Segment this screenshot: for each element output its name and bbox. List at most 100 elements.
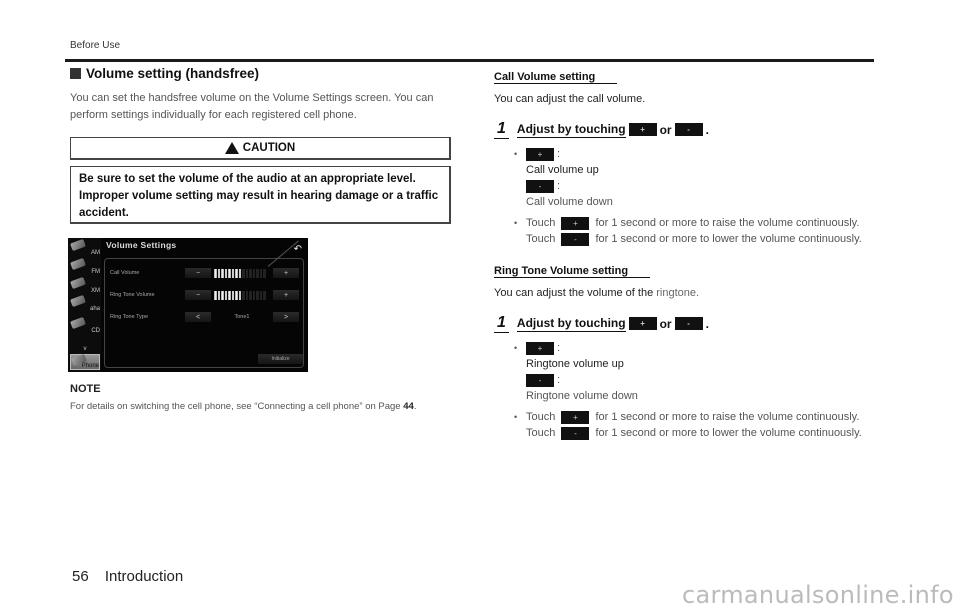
warning-triangle-icon [224, 142, 239, 154]
volume-segment [263, 268, 266, 278]
note-text: For details on switching the cell phone,… [70, 401, 417, 412]
disc-icon [70, 316, 86, 330]
caution-body: Be sure to set the volume of the audio a… [70, 166, 451, 224]
ring-volume-intro: You can adjust the volume of the rington… [494, 287, 700, 299]
sidebar-item-xm: XM [70, 276, 100, 294]
plus-key: + [628, 123, 657, 136]
volume-segment [235, 268, 238, 278]
call-volume-bullets: +: Call volume up -: Call volume down To… [512, 146, 874, 247]
ring-volume-bullets: +: Ringtone volume up -: Ringtone volume… [512, 340, 874, 441]
volume-segment [217, 268, 220, 278]
page-number: 56 [72, 568, 89, 585]
volume-segment [263, 290, 266, 300]
row-label: Ring Tone Volume [110, 292, 155, 298]
volume-segment [221, 290, 224, 300]
plus-key: + [526, 341, 554, 355]
section-title-text: Volume setting (handsfree) [86, 66, 260, 81]
watermark: carmanualsonline.info [682, 581, 954, 609]
radio-icon [70, 238, 86, 252]
volume-bar [211, 268, 273, 278]
minus-key: - [674, 317, 703, 330]
chevron-down-icon: v [83, 346, 87, 352]
volume-segment [249, 290, 252, 300]
list-item: Touch + for 1 second or more to raise th… [512, 215, 874, 247]
caution-header: CAUTION [70, 137, 451, 160]
page-footer: 56 Introduction [72, 568, 183, 585]
minus-button: − [185, 268, 211, 278]
tone-value: Tone1 [234, 314, 250, 320]
row-label: Call Volume [110, 270, 140, 276]
prev-button: < [185, 312, 211, 322]
volume-segment [238, 268, 241, 278]
list-item: Touch + for 1 second or more to raise th… [512, 409, 874, 441]
top-rule [65, 59, 874, 62]
call-volume-intro: You can adjust the call volume. [494, 93, 646, 105]
screen-title: Volume Settings [106, 240, 177, 250]
return-arrow-icon: ↶ [293, 244, 302, 255]
volume-settings-screenshot: AM FM XM aha CD v Phone Volume Settings … [68, 238, 308, 372]
volume-segment [252, 290, 255, 300]
volume-segment [249, 268, 252, 278]
volume-segment [238, 290, 241, 300]
list-item: +: Ringtone volume up -: Ringtone volume… [512, 340, 874, 404]
volume-segment [228, 290, 231, 300]
step-number: 1 [494, 314, 509, 333]
sidebar-item-fm: FM [70, 257, 100, 275]
volume-segment [214, 268, 217, 278]
minus-button: − [185, 290, 211, 300]
plus-key: + [561, 410, 590, 424]
running-head: Before Use [70, 40, 121, 51]
sidebar-item-aha: aha [70, 294, 100, 312]
sidebar-item-phone: Phone [70, 353, 100, 370]
plus-key: + [628, 317, 657, 330]
volume-segment [217, 290, 220, 300]
radio-icon [70, 257, 86, 271]
plus-key: + [526, 147, 554, 161]
volume-segment [256, 290, 259, 300]
section-title: Volume setting (handsfree) [70, 66, 455, 81]
volume-segment [245, 268, 248, 278]
caution-label: CAUTION [242, 142, 296, 154]
sidebar-more: v [70, 336, 100, 352]
plus-key: + [561, 216, 590, 230]
ring-volume-step: 1 Adjust by touching + or - . [494, 314, 874, 334]
volume-segment [231, 268, 234, 278]
aha-icon [70, 294, 86, 308]
row-ring-tone-type: Ring Tone Type < Tone1 > [110, 310, 304, 324]
left-column: Volume setting (handsfree) You can set t… [70, 66, 455, 124]
volume-segment [224, 290, 227, 300]
step-number: 1 [494, 120, 509, 139]
list-item: +: Call volume up -: Call volume down [512, 146, 874, 210]
volume-segment [235, 290, 238, 300]
volume-segment [214, 290, 217, 300]
row-ring-tone-volume: Ring Tone Volume − + [110, 288, 304, 302]
minus-key: - [526, 373, 554, 387]
volume-segment [242, 290, 245, 300]
ring-volume-heading: Ring Tone Volume setting [494, 265, 651, 278]
minus-key: - [561, 426, 590, 440]
page-reference-link[interactable]: 44 [403, 401, 414, 412]
call-volume-step: 1 Adjust by touching + or - . [494, 120, 874, 140]
row-label: Ring Tone Type [110, 314, 149, 320]
sidebar-item-am: AM [70, 238, 100, 256]
step-text: Adjust by touching [516, 121, 626, 138]
satellite-icon [70, 276, 86, 290]
minus-key: - [561, 232, 590, 246]
volume-segment [221, 268, 224, 278]
footer-section: Introduction [104, 568, 184, 585]
volume-segment [259, 268, 262, 278]
initialize-button: Initialize [258, 354, 303, 364]
plus-button: + [273, 290, 299, 300]
volume-segment [259, 290, 262, 300]
volume-segment [231, 290, 234, 300]
volume-segment [228, 268, 231, 278]
volume-segment [256, 268, 259, 278]
row-call-volume: Call Volume − + [110, 266, 304, 280]
volume-bar [211, 290, 273, 300]
section-intro: You can set the handsfree volume on the … [70, 92, 434, 121]
source-sidebar: AM FM XM aha CD v Phone [68, 238, 101, 372]
next-button: > [273, 312, 299, 322]
call-volume-heading: Call Volume setting [494, 71, 618, 84]
square-bullet-icon [70, 68, 81, 79]
volume-segment [245, 290, 248, 300]
